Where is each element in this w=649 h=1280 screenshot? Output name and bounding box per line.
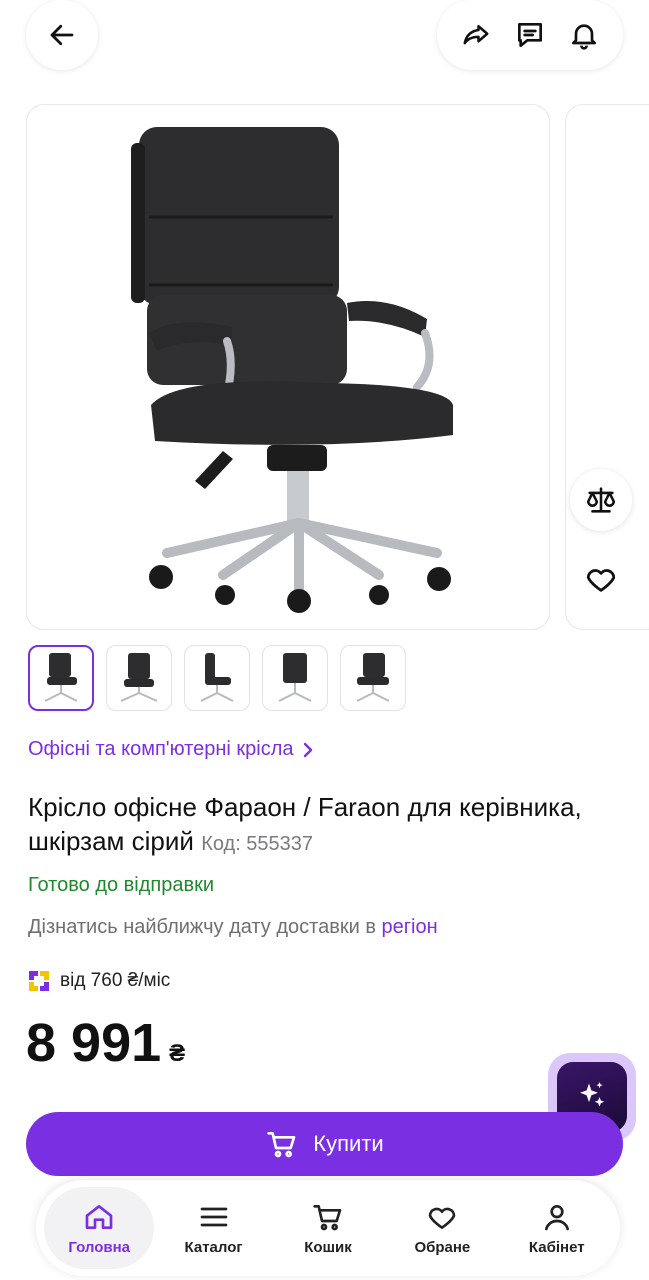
thumbnail-5[interactable]	[340, 645, 406, 711]
tab-catalog-label: Каталог	[184, 1238, 243, 1256]
chair-thumbnail-icon	[278, 653, 312, 702]
thumbnail-3[interactable]	[184, 645, 250, 711]
tab-home[interactable]: Головна	[44, 1187, 155, 1269]
product-code: Код: 555337	[201, 833, 314, 855]
product-image-main[interactable]	[26, 104, 550, 630]
arrow-left-icon	[50, 24, 74, 46]
delivery-text: Дізнатись найближчу дату доставки в	[28, 916, 376, 938]
favorite-button[interactable]	[570, 548, 632, 610]
home-icon	[85, 1204, 113, 1229]
price-currency: ₴	[169, 1040, 186, 1067]
thumbnail-2[interactable]	[106, 645, 172, 711]
availability-status: Готово до відправки	[28, 874, 215, 896]
back-button[interactable]	[26, 0, 98, 70]
chair-thumbnail-icon	[44, 653, 78, 702]
bell-icon	[572, 24, 596, 50]
bottom-tab-bar: Головна Каталог Кошик Обране Кабінет	[36, 1180, 620, 1276]
product-title: Крісло офісне Фараон / Faraon для керівн…	[28, 790, 628, 861]
delivery-info: Дізнатись найближчу дату доставки в регі…	[28, 916, 438, 939]
header-actions	[437, 0, 623, 70]
heart-icon	[429, 1207, 456, 1229]
chair-thumbnail-icon	[200, 653, 234, 702]
chair-thumbnail-icon	[356, 653, 390, 702]
share-icon	[463, 25, 489, 45]
cart-icon	[267, 1132, 296, 1158]
share-button[interactable]	[454, 13, 498, 57]
cart-icon	[313, 1204, 342, 1230]
tab-cart[interactable]: Кошик	[273, 1187, 383, 1269]
buy-button[interactable]: Купити	[26, 1112, 623, 1176]
compare-button[interactable]	[570, 469, 632, 531]
menu-icon	[200, 1207, 227, 1226]
installment-text: від 760 ₴/міс	[60, 970, 171, 991]
price: 8 991 ₴	[26, 1012, 185, 1074]
thumbnail-1[interactable]	[28, 645, 94, 711]
chair-thumbnail-icon	[120, 653, 158, 702]
notifications-button[interactable]	[562, 13, 606, 57]
tab-favorites[interactable]: Обране	[387, 1187, 497, 1269]
tab-account-label: Кабінет	[528, 1238, 585, 1256]
price-value: 8 991	[26, 1013, 162, 1073]
user-icon	[544, 1204, 569, 1230]
thumbnail-4[interactable]	[262, 645, 328, 711]
chat-button[interactable]	[508, 13, 552, 57]
chat-icon	[518, 23, 542, 47]
tab-cart-label: Кошик	[304, 1238, 352, 1256]
region-link[interactable]: регіон	[382, 916, 438, 938]
breadcrumb[interactable]: Офісні та комп'ютерні крісла	[28, 738, 314, 761]
installment-logo-icon	[29, 971, 49, 991]
heart-icon	[586, 569, 616, 592]
thumbnail-strip	[28, 645, 406, 711]
breadcrumb-label: Офісні та комп'ютерні крісла	[28, 738, 294, 760]
office-chair-image	[131, 127, 453, 613]
buy-label: Купити	[313, 1131, 384, 1156]
tab-home-label: Головна	[68, 1238, 131, 1256]
tab-favorites-label: Обране	[414, 1238, 471, 1256]
chevron-right-icon	[303, 742, 312, 757]
tab-catalog[interactable]: Каталог	[159, 1187, 269, 1269]
tab-account[interactable]: Кабінет	[502, 1187, 612, 1269]
installment-info[interactable]: від 760 ₴/міс	[28, 970, 170, 992]
compare-icon	[586, 487, 616, 513]
sparkles-icon	[580, 1082, 605, 1107]
